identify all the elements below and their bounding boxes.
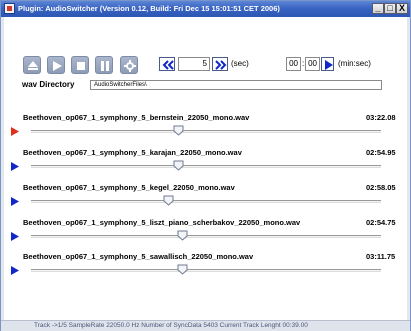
track-slider[interactable] xyxy=(31,165,381,168)
play-button[interactable] xyxy=(47,56,65,74)
track-name: Beethoven_op067_1_symphony_5_liszt_piano… xyxy=(23,218,301,227)
track-name: Beethoven_op067_1_symphony_5_karajan_220… xyxy=(23,148,242,157)
settings-button[interactable] xyxy=(120,56,138,74)
stop-button[interactable] xyxy=(71,56,89,74)
jump-play-button[interactable] xyxy=(321,57,334,71)
play-icon xyxy=(325,60,333,70)
plugin-window: Plugin: AudioSwitcher (Version 0.12, Bui… xyxy=(0,0,411,331)
play-icon xyxy=(53,61,62,71)
window-title: Plugin: AudioSwitcher (Version 0.12, Bui… xyxy=(18,4,280,13)
forward-button[interactable] xyxy=(212,57,228,71)
track-play-icon[interactable] xyxy=(11,162,19,171)
track-duration: 02:54.95 xyxy=(366,148,396,157)
track-name: Beethoven_op067_1_symphony_5_kegel_22050… xyxy=(23,183,235,192)
slider-thumb[interactable] xyxy=(177,230,188,241)
jump-unit-label: (min:sec) xyxy=(338,59,371,68)
right-border xyxy=(407,17,410,320)
track-duration: 02:54.75 xyxy=(366,218,396,227)
slider-thumb[interactable] xyxy=(163,195,174,206)
track-slider[interactable] xyxy=(31,235,381,238)
jump-seconds-input[interactable]: 00 xyxy=(305,57,320,71)
track-duration: 03:22.08 xyxy=(366,113,396,122)
jump-minutes-input[interactable]: 00 xyxy=(286,57,301,71)
fast-forward-icon xyxy=(215,60,227,70)
track-slider[interactable] xyxy=(31,200,381,203)
pause-button[interactable] xyxy=(95,56,113,74)
slider-thumb[interactable] xyxy=(177,264,188,275)
track-name: Beethoven_op067_1_symphony_5_bernstein_2… xyxy=(23,113,250,122)
stop-icon xyxy=(77,62,85,70)
time-separator: : xyxy=(302,59,305,68)
status-bar: Track ->1/5 SampleRate 22050.0 Hz Number… xyxy=(1,320,410,331)
directory-label: wav Directory xyxy=(22,80,75,89)
track-play-icon[interactable] xyxy=(11,197,19,206)
rewind-button[interactable] xyxy=(159,57,175,71)
eject-icon xyxy=(28,61,38,70)
minimize-button[interactable]: _ xyxy=(372,3,384,14)
active-play-icon[interactable] xyxy=(11,127,19,136)
eject-button[interactable] xyxy=(23,56,41,74)
maximize-button[interactable]: □ xyxy=(384,3,396,14)
left-border xyxy=(1,17,4,320)
track-play-icon[interactable] xyxy=(11,266,19,275)
track-duration: 03:11.75 xyxy=(366,252,396,261)
rewind-icon xyxy=(162,60,174,70)
track-name: Beethoven_op067_1_symphony_5_sawallisch_… xyxy=(23,252,254,261)
track-slider[interactable] xyxy=(31,269,381,272)
track-play-icon[interactable] xyxy=(11,232,19,241)
title-bar: Plugin: AudioSwitcher (Version 0.12, Bui… xyxy=(1,1,410,17)
directory-input[interactable]: AudioSwitcherFiles\ xyxy=(90,80,382,90)
slider-thumb[interactable] xyxy=(173,125,184,136)
close-button[interactable]: X xyxy=(396,3,408,14)
pause-icon xyxy=(101,61,109,71)
settings-icon xyxy=(124,60,136,72)
seek-unit-label: (sec) xyxy=(231,59,249,68)
seek-seconds-input[interactable]: 5 xyxy=(178,57,210,71)
track-slider[interactable] xyxy=(31,130,381,133)
slider-thumb[interactable] xyxy=(173,160,184,171)
app-icon xyxy=(4,3,15,14)
track-duration: 02:58.05 xyxy=(366,183,396,192)
